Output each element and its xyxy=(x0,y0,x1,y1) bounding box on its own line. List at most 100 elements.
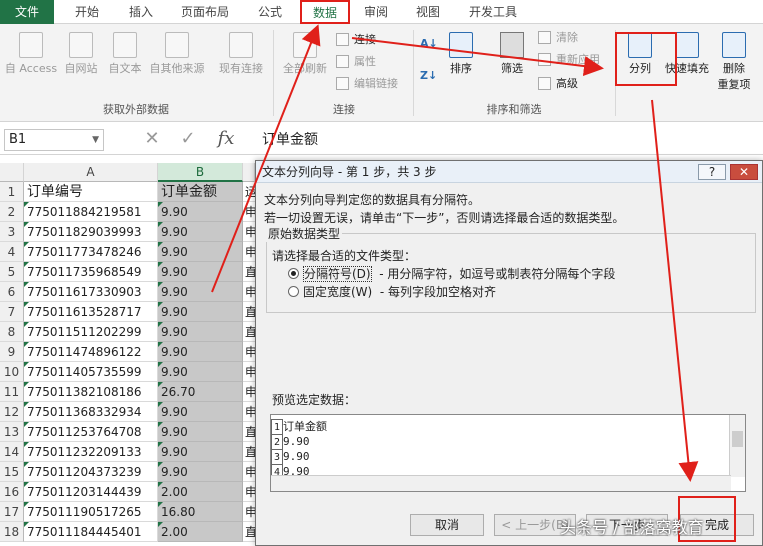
cell-column-c[interactable]: 申 xyxy=(243,382,255,402)
cell-order-id[interactable]: 订单编号 xyxy=(24,182,158,202)
cell-order-id[interactable]: 775011190517265 xyxy=(24,502,158,522)
cell-order-amount[interactable]: 9.90 xyxy=(158,422,243,442)
cell-order-amount[interactable]: 9.90 xyxy=(158,342,243,362)
cell-order-amount[interactable]: 2.00 xyxy=(158,522,243,542)
cell-column-c[interactable]: 直 xyxy=(243,522,255,542)
cell-order-id[interactable]: 775011405735599 xyxy=(24,362,158,382)
row-number[interactable]: 4 xyxy=(0,242,24,262)
refresh-all-button[interactable]: 全部刷新 xyxy=(278,32,332,76)
row-number[interactable]: 2 xyxy=(0,202,24,222)
remove-duplicates-button[interactable]: 删除 重复项 xyxy=(714,32,754,92)
tab-formulas[interactable]: 公式 xyxy=(248,0,292,24)
column-header-c[interactable] xyxy=(243,163,255,182)
row-number[interactable]: 10 xyxy=(0,362,24,382)
chevron-down-icon[interactable]: ▼ xyxy=(92,130,99,150)
cell-column-c[interactable]: 申 xyxy=(243,482,255,502)
cell-order-amount[interactable]: 16.80 xyxy=(158,502,243,522)
cell-order-id[interactable]: 775011735968549 xyxy=(24,262,158,282)
cancel-button[interactable]: 取消 xyxy=(410,514,484,536)
from-other-sources-button[interactable]: 自其他来源 xyxy=(146,32,208,76)
row-number[interactable]: 7 xyxy=(0,302,24,322)
cell-order-amount[interactable]: 9.90 xyxy=(158,202,243,222)
radio-selected-icon[interactable] xyxy=(288,268,299,279)
check-icon[interactable]: ✓ xyxy=(176,128,200,149)
row-number[interactable]: 12 xyxy=(0,402,24,422)
cell-order-amount[interactable]: 2.00 xyxy=(158,482,243,502)
cell-column-c[interactable]: 直 xyxy=(243,262,255,282)
row-number[interactable]: 15 xyxy=(0,462,24,482)
column-header-a[interactable]: A xyxy=(24,163,158,182)
cell-order-id[interactable]: 775011184445401 xyxy=(24,522,158,542)
delimited-option[interactable]: 分隔符号(D) - 用分隔字符，如逗号或制表符分隔每个字段 xyxy=(288,265,615,282)
cell-order-amount[interactable]: 9.90 xyxy=(158,302,243,322)
cell-order-id[interactable]: 775011368332934 xyxy=(24,402,158,422)
close-button[interactable]: ✕ xyxy=(730,164,758,180)
preview-vertical-scrollbar[interactable] xyxy=(729,415,745,477)
tab-review[interactable]: 审阅 xyxy=(356,0,396,24)
cell-order-id[interactable]: 775011884219581 xyxy=(24,202,158,222)
edit-links-button[interactable]: 编辑链接 xyxy=(336,74,398,94)
cell-column-c[interactable]: 申 xyxy=(243,342,255,362)
sort-descending-icon[interactable]: Z↓ xyxy=(420,66,442,86)
insert-function-icon[interactable]: fx xyxy=(214,128,238,149)
cell-column-c[interactable]: 直 xyxy=(243,322,255,342)
cell-order-id[interactable]: 775011253764708 xyxy=(24,422,158,442)
cell-order-amount[interactable]: 9.90 xyxy=(158,362,243,382)
row-number[interactable]: 6 xyxy=(0,282,24,302)
tab-insert[interactable]: 插入 xyxy=(116,0,166,24)
filter-button[interactable]: 筛选 xyxy=(494,32,530,76)
properties-button[interactable]: 属性 xyxy=(336,52,376,72)
name-box[interactable]: B1 ▼ xyxy=(4,129,104,151)
row-number[interactable]: 3 xyxy=(0,222,24,242)
from-web-button[interactable]: 自网站 xyxy=(60,32,102,76)
cell-column-c[interactable]: 申 xyxy=(243,402,255,422)
connections-button[interactable]: 连接 xyxy=(336,30,376,50)
cell-column-c[interactable]: 申 xyxy=(243,222,255,242)
cell-order-amount[interactable]: 9.90 xyxy=(158,402,243,422)
fixed-width-option[interactable]: 固定宽度(W) - 每列字段加空格对齐 xyxy=(288,283,496,300)
advanced-filter-button[interactable]: 高级 xyxy=(538,74,578,94)
cell-column-c[interactable]: 申 xyxy=(243,242,255,262)
cell-order-amount[interactable]: 9.90 xyxy=(158,322,243,342)
cell-order-amount[interactable]: 9.90 xyxy=(158,242,243,262)
preview-horizontal-scrollbar[interactable] xyxy=(271,475,731,491)
cell-column-c[interactable]: 直 xyxy=(243,422,255,442)
cell-order-id[interactable]: 775011511202299 xyxy=(24,322,158,342)
existing-connections-button[interactable]: 现有连接 xyxy=(214,32,268,76)
cell-order-amount[interactable]: 9.90 xyxy=(158,442,243,462)
tab-page-layout[interactable]: 页面布局 xyxy=(170,0,240,24)
row-number[interactable]: 8 xyxy=(0,322,24,342)
tab-view[interactable]: 视图 xyxy=(406,0,450,24)
cell-order-id[interactable]: 775011617330903 xyxy=(24,282,158,302)
row-number[interactable]: 13 xyxy=(0,422,24,442)
scrollbar-thumb[interactable] xyxy=(732,431,743,447)
cell-order-id[interactable]: 775011382108186 xyxy=(24,382,158,402)
cell-column-c[interactable]: 申 xyxy=(243,362,255,382)
clear-filter-button[interactable]: 清除 xyxy=(538,28,578,48)
cell-order-id[interactable]: 775011203144439 xyxy=(24,482,158,502)
cell-column-c[interactable]: 申 xyxy=(243,202,255,222)
cell-column-c[interactable]: 直 xyxy=(243,442,255,462)
row-number[interactable]: 17 xyxy=(0,502,24,522)
cell-order-id[interactable]: 775011474896122 xyxy=(24,342,158,362)
row-number[interactable]: 1 xyxy=(0,182,24,202)
select-all-corner[interactable] xyxy=(0,163,24,182)
formula-input[interactable]: 订单金额 xyxy=(262,129,318,151)
from-text-button[interactable]: 自文本 xyxy=(104,32,146,76)
cell-order-id[interactable]: 775011829039993 xyxy=(24,222,158,242)
cell-order-id[interactable]: 775011613528717 xyxy=(24,302,158,322)
cell-order-amount[interactable]: 订单金额 xyxy=(158,182,243,202)
cell-order-id[interactable]: 775011232209133 xyxy=(24,442,158,462)
cancel-icon[interactable]: ✕ xyxy=(140,128,164,149)
row-number[interactable]: 5 xyxy=(0,262,24,282)
row-number[interactable]: 16 xyxy=(0,482,24,502)
from-access-button[interactable]: 自 Access xyxy=(4,32,58,76)
cell-column-c[interactable]: 申 xyxy=(243,462,255,482)
sort-button[interactable]: 排序 xyxy=(444,32,478,76)
row-number[interactable]: 11 xyxy=(0,382,24,402)
tab-home[interactable]: 开始 xyxy=(62,0,112,24)
preview-pane[interactable]: 1 订单金额 2 9.90 3 9.90 4 9.90 xyxy=(270,414,746,492)
row-number[interactable]: 9 xyxy=(0,342,24,362)
cell-order-amount[interactable]: 9.90 xyxy=(158,462,243,482)
cell-order-amount[interactable]: 9.90 xyxy=(158,262,243,282)
